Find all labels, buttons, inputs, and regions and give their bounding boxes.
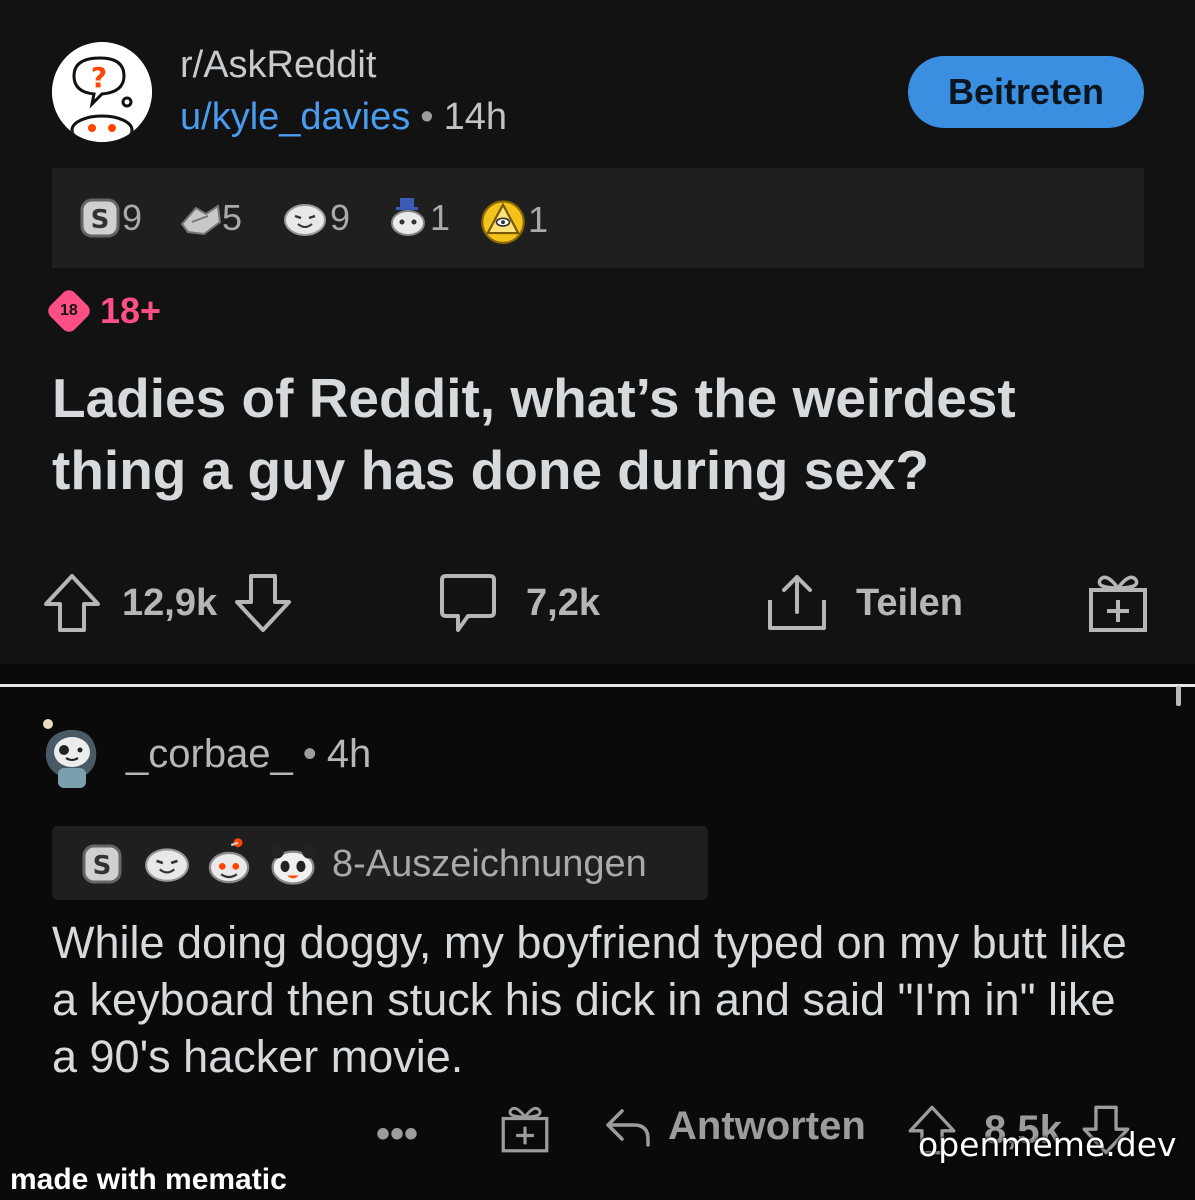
award-count: 9 xyxy=(122,197,143,238)
award-item[interactable]: 9 xyxy=(280,196,350,240)
comment-time: 4h xyxy=(326,732,372,776)
award-item[interactable]: 1 xyxy=(478,196,548,244)
award-count: 1 xyxy=(528,199,549,240)
award-count: 5 xyxy=(222,197,243,238)
post-card: ? r/AskReddit u/kyle_davies • 14h Beitrete… xyxy=(0,0,1195,664)
join-button[interactable]: Beitreten xyxy=(908,56,1144,128)
post-vote-group: 12,9k xyxy=(42,572,293,634)
post-vote-count: 12,9k xyxy=(122,581,218,624)
scrollbar-thumb[interactable] xyxy=(1176,686,1181,706)
share-button[interactable]: Teilen xyxy=(766,572,963,634)
post-time: 14h xyxy=(443,96,507,138)
comment-meta: _corbae_ • 4h xyxy=(126,732,371,777)
meta-separator: • xyxy=(420,96,434,138)
askreddit-logo-icon: ? xyxy=(52,42,152,142)
reply-icon xyxy=(606,1108,650,1147)
awards-count-label: 8-Auszeichnungen xyxy=(332,843,647,885)
post-awards-bar[interactable]: S 9 5 9 1 1 xyxy=(52,168,1144,268)
award-count: 9 xyxy=(330,197,351,238)
comment-author[interactable]: _corbae_ xyxy=(126,732,293,776)
gift-award-icon xyxy=(501,1106,549,1153)
snoo-award-icon xyxy=(208,838,250,884)
post-title[interactable]: Ladies of Reddit, what’s the weirdest th… xyxy=(52,362,1142,506)
post-award-button[interactable] xyxy=(1088,572,1148,634)
comments-button[interactable]: 7,2k xyxy=(438,572,600,634)
watermark-left: made with mematic xyxy=(10,1163,287,1196)
share-label: Teilen xyxy=(856,581,963,624)
svg-text:S: S xyxy=(93,851,112,881)
pyramid-eye-award-icon xyxy=(481,200,525,244)
award-item[interactable]: S 9 xyxy=(78,196,142,240)
share-icon xyxy=(768,575,826,630)
laughing-award-icon xyxy=(145,848,189,882)
svg-text:?: ? xyxy=(91,61,107,94)
subreddit-name[interactable]: r/AskReddit xyxy=(180,44,376,87)
divider xyxy=(0,684,1195,687)
gift-award-icon xyxy=(1089,575,1147,632)
reply-label: Antworten xyxy=(668,1104,866,1148)
handshake-award-icon xyxy=(180,204,222,236)
comment-awards-bar[interactable]: S 8-Auszeichnungen xyxy=(52,826,708,900)
svg-text:S: S xyxy=(91,205,110,235)
award-item[interactable]: 5 xyxy=(178,196,242,240)
subreddit-avatar[interactable]: ? xyxy=(52,42,152,142)
post-author[interactable]: u/kyle_davies xyxy=(180,96,410,138)
award-item[interactable]: 1 xyxy=(386,196,450,240)
comment-count: 7,2k xyxy=(526,581,600,624)
downvote-icon[interactable] xyxy=(233,572,293,634)
silver-award-icon: S xyxy=(82,844,122,884)
more-options-button[interactable]: ••• xyxy=(376,1112,418,1157)
meta-separator: • xyxy=(302,732,317,776)
silver-award-icon: S xyxy=(80,198,120,238)
comment-icon xyxy=(440,574,496,632)
watermark-right: openmeme.dev xyxy=(918,1125,1177,1164)
section-gap xyxy=(0,664,1195,684)
comment-body: While doing doggy, my boyfriend typed on… xyxy=(52,917,1127,1082)
reply-button[interactable]: Antworten xyxy=(604,1104,866,1149)
panda-award-icon xyxy=(270,844,316,885)
snoo-hat-award-icon xyxy=(391,198,425,236)
award-count: 1 xyxy=(430,197,451,238)
laughing-award-icon xyxy=(284,204,326,236)
comment-avatar[interactable] xyxy=(40,718,104,790)
nsfw-badge-icon: 18 xyxy=(44,286,94,336)
comment-award-button[interactable] xyxy=(500,1104,550,1154)
nsfw-label: 18+ xyxy=(100,290,162,331)
post-meta: u/kyle_davies • 14h xyxy=(180,96,507,139)
upvote-icon[interactable] xyxy=(42,572,102,634)
nsfw-tag: 18 18+ xyxy=(44,286,162,336)
